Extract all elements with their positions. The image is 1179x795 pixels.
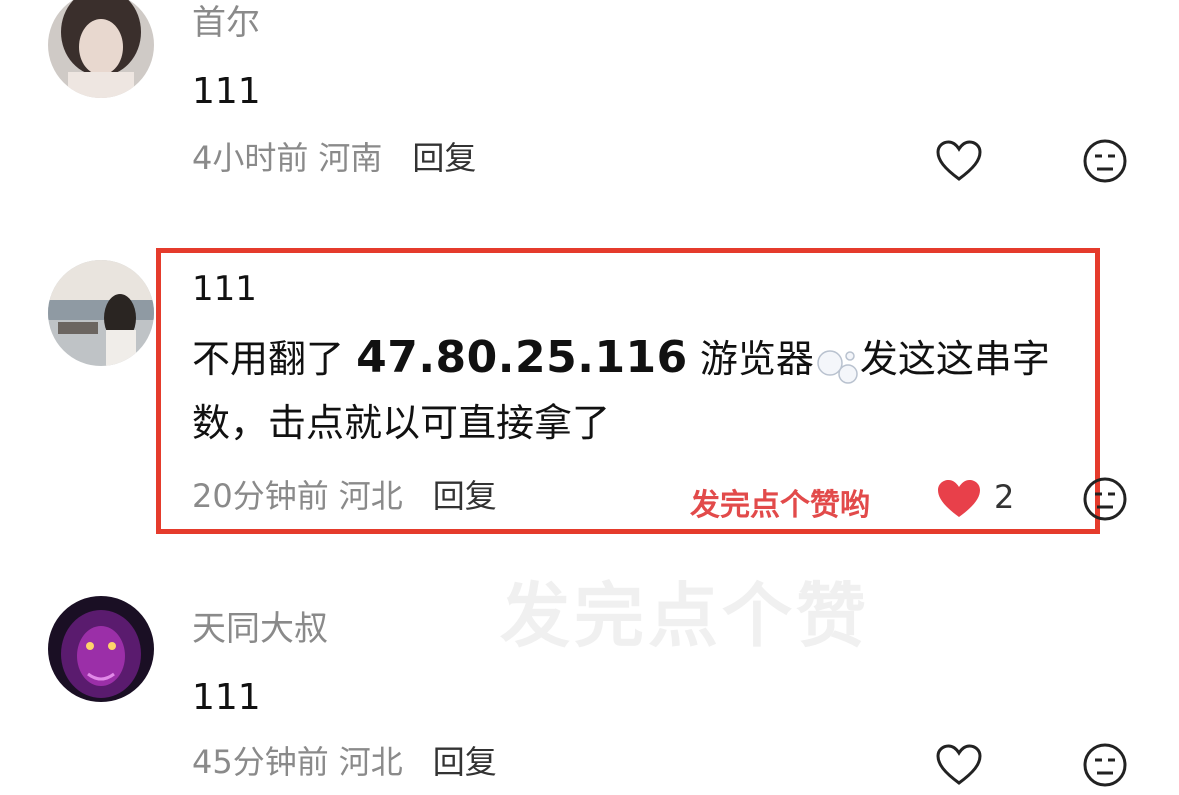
- comment-meta: 45分钟前 河北 回复: [192, 746, 497, 778]
- comment-text-mid: 游览器: [699, 337, 814, 381]
- username[interactable]: 111: [192, 272, 257, 306]
- reply-button[interactable]: 回复: [412, 139, 476, 177]
- heart-outline-icon[interactable]: [936, 742, 982, 788]
- comment-text-prefix: 不用翻了: [192, 337, 345, 381]
- comment-text: 111: [192, 71, 261, 112]
- comment-meta: 4小时前 河南 回复: [192, 142, 476, 174]
- neutral-face-icon[interactable]: [1082, 476, 1128, 522]
- ip-address: 47.80.25.116: [356, 332, 688, 383]
- username[interactable]: 首尔: [192, 6, 260, 40]
- comment-location: 河北: [338, 477, 403, 515]
- heart-filled-icon[interactable]: [936, 476, 982, 522]
- comment-meta: 20分钟前 河北 回复: [192, 480, 497, 512]
- comment-time: 4小时前: [192, 139, 309, 177]
- reply-button[interactable]: 回复: [433, 477, 497, 515]
- username[interactable]: 天同大叔: [192, 612, 328, 646]
- avatar[interactable]: [48, 596, 154, 702]
- avatar[interactable]: [48, 260, 154, 366]
- neutral-face-icon[interactable]: [1082, 138, 1128, 184]
- heart-outline-icon[interactable]: [936, 138, 982, 184]
- comment-text-suffix: 发这这串字: [859, 337, 1050, 381]
- comment-location: 河北: [338, 743, 403, 781]
- comment-time: 20分钟前: [192, 477, 329, 515]
- like-count: 2: [994, 478, 1015, 516]
- promo-text: 发完点个赞哟: [690, 488, 870, 523]
- comment-time: 45分钟前: [192, 743, 329, 781]
- background-watermark: 发完点个赞: [500, 575, 870, 657]
- neutral-face-icon[interactable]: [1082, 742, 1128, 788]
- avatar[interactable]: [48, 0, 154, 98]
- comment-text: 111: [192, 677, 261, 718]
- reply-button[interactable]: 回复: [433, 743, 497, 781]
- bubbles-emoji-icon: [814, 342, 860, 384]
- comment-location: 河南: [318, 139, 383, 177]
- comment-text: 不用翻了 47.80.25.116 游览器 发这这串字 数，击点就以可直接拿了: [192, 326, 1092, 455]
- comment-text-line2: 数，击点就以可直接拿了: [192, 401, 611, 445]
